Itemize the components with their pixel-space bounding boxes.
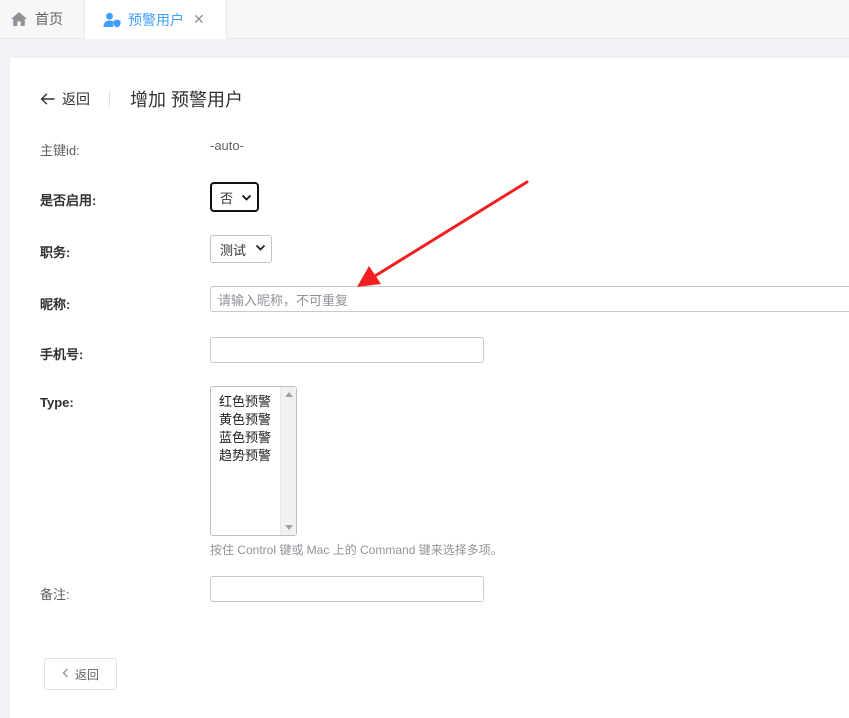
type-scrollbar[interactable] xyxy=(280,387,296,535)
tab-home-label: 首页 xyxy=(35,11,63,27)
header-divider xyxy=(109,91,110,107)
home-icon xyxy=(10,11,28,27)
type-label: Type: xyxy=(40,395,74,410)
remark-label: 备注: xyxy=(40,587,70,602)
tab-bar: 首页 预警用户 ✕ xyxy=(0,0,849,39)
back-button-label: 返回 xyxy=(74,667,99,682)
header-back-label: 返回 xyxy=(62,91,90,107)
tab-warning-users[interactable]: 预警用户 ✕ xyxy=(84,0,227,39)
position-select-value: 测试 xyxy=(220,242,247,258)
header-back-link[interactable]: 返回 xyxy=(40,89,90,109)
enabled-select[interactable]: 否 xyxy=(210,182,259,212)
chevron-down-icon xyxy=(241,194,252,201)
type-option[interactable]: 趋势预警 xyxy=(219,447,271,465)
back-button[interactable]: 返回 xyxy=(44,658,117,690)
pk-label: 主键id: xyxy=(40,143,80,158)
tab-warning-users-label: 预警用户 xyxy=(128,11,184,28)
page-title: 增加 预警用户 xyxy=(130,90,244,110)
chevron-down-icon xyxy=(255,244,266,251)
remark-input[interactable] xyxy=(210,576,484,602)
nickname-label: 昵称: xyxy=(40,297,71,312)
scroll-down-icon[interactable] xyxy=(285,525,293,530)
phone-input[interactable] xyxy=(210,337,484,363)
tab-close-icon[interactable]: ✕ xyxy=(193,11,205,28)
pk-value: -auto- xyxy=(210,138,244,153)
type-option[interactable]: 蓝色预警 xyxy=(219,429,271,447)
form-card: 返回 增加 预警用户 主键id: -auto- 是否启用: 否 职务: 测试 昵… xyxy=(10,58,849,718)
user-shield-icon xyxy=(103,12,121,28)
type-option[interactable]: 黄色预警 xyxy=(219,411,271,429)
phone-label: 手机号: xyxy=(40,347,84,362)
chevron-left-icon xyxy=(62,667,69,681)
position-select[interactable]: 测试 xyxy=(210,235,272,263)
enabled-select-value: 否 xyxy=(220,190,234,206)
arrow-left-icon xyxy=(40,93,55,105)
enabled-label: 是否启用: xyxy=(40,193,97,208)
type-multiselect[interactable]: 红色预警 黄色预警 蓝色预警 趋势预警 xyxy=(210,386,297,536)
nickname-input[interactable]: 请输入昵称，不可重复 xyxy=(210,286,849,312)
type-option[interactable]: 红色预警 xyxy=(219,393,271,411)
tab-home[interactable]: 首页 xyxy=(0,0,84,38)
type-help-text: 按住 Control 键或 Mac 上的 Command 键来选择多项。 xyxy=(210,543,503,557)
scroll-up-icon[interactable] xyxy=(285,392,293,397)
position-label: 职务: xyxy=(40,245,71,260)
nickname-placeholder: 请输入昵称，不可重复 xyxy=(218,292,349,308)
page-header: 返回 增加 预警用户 xyxy=(40,88,243,110)
